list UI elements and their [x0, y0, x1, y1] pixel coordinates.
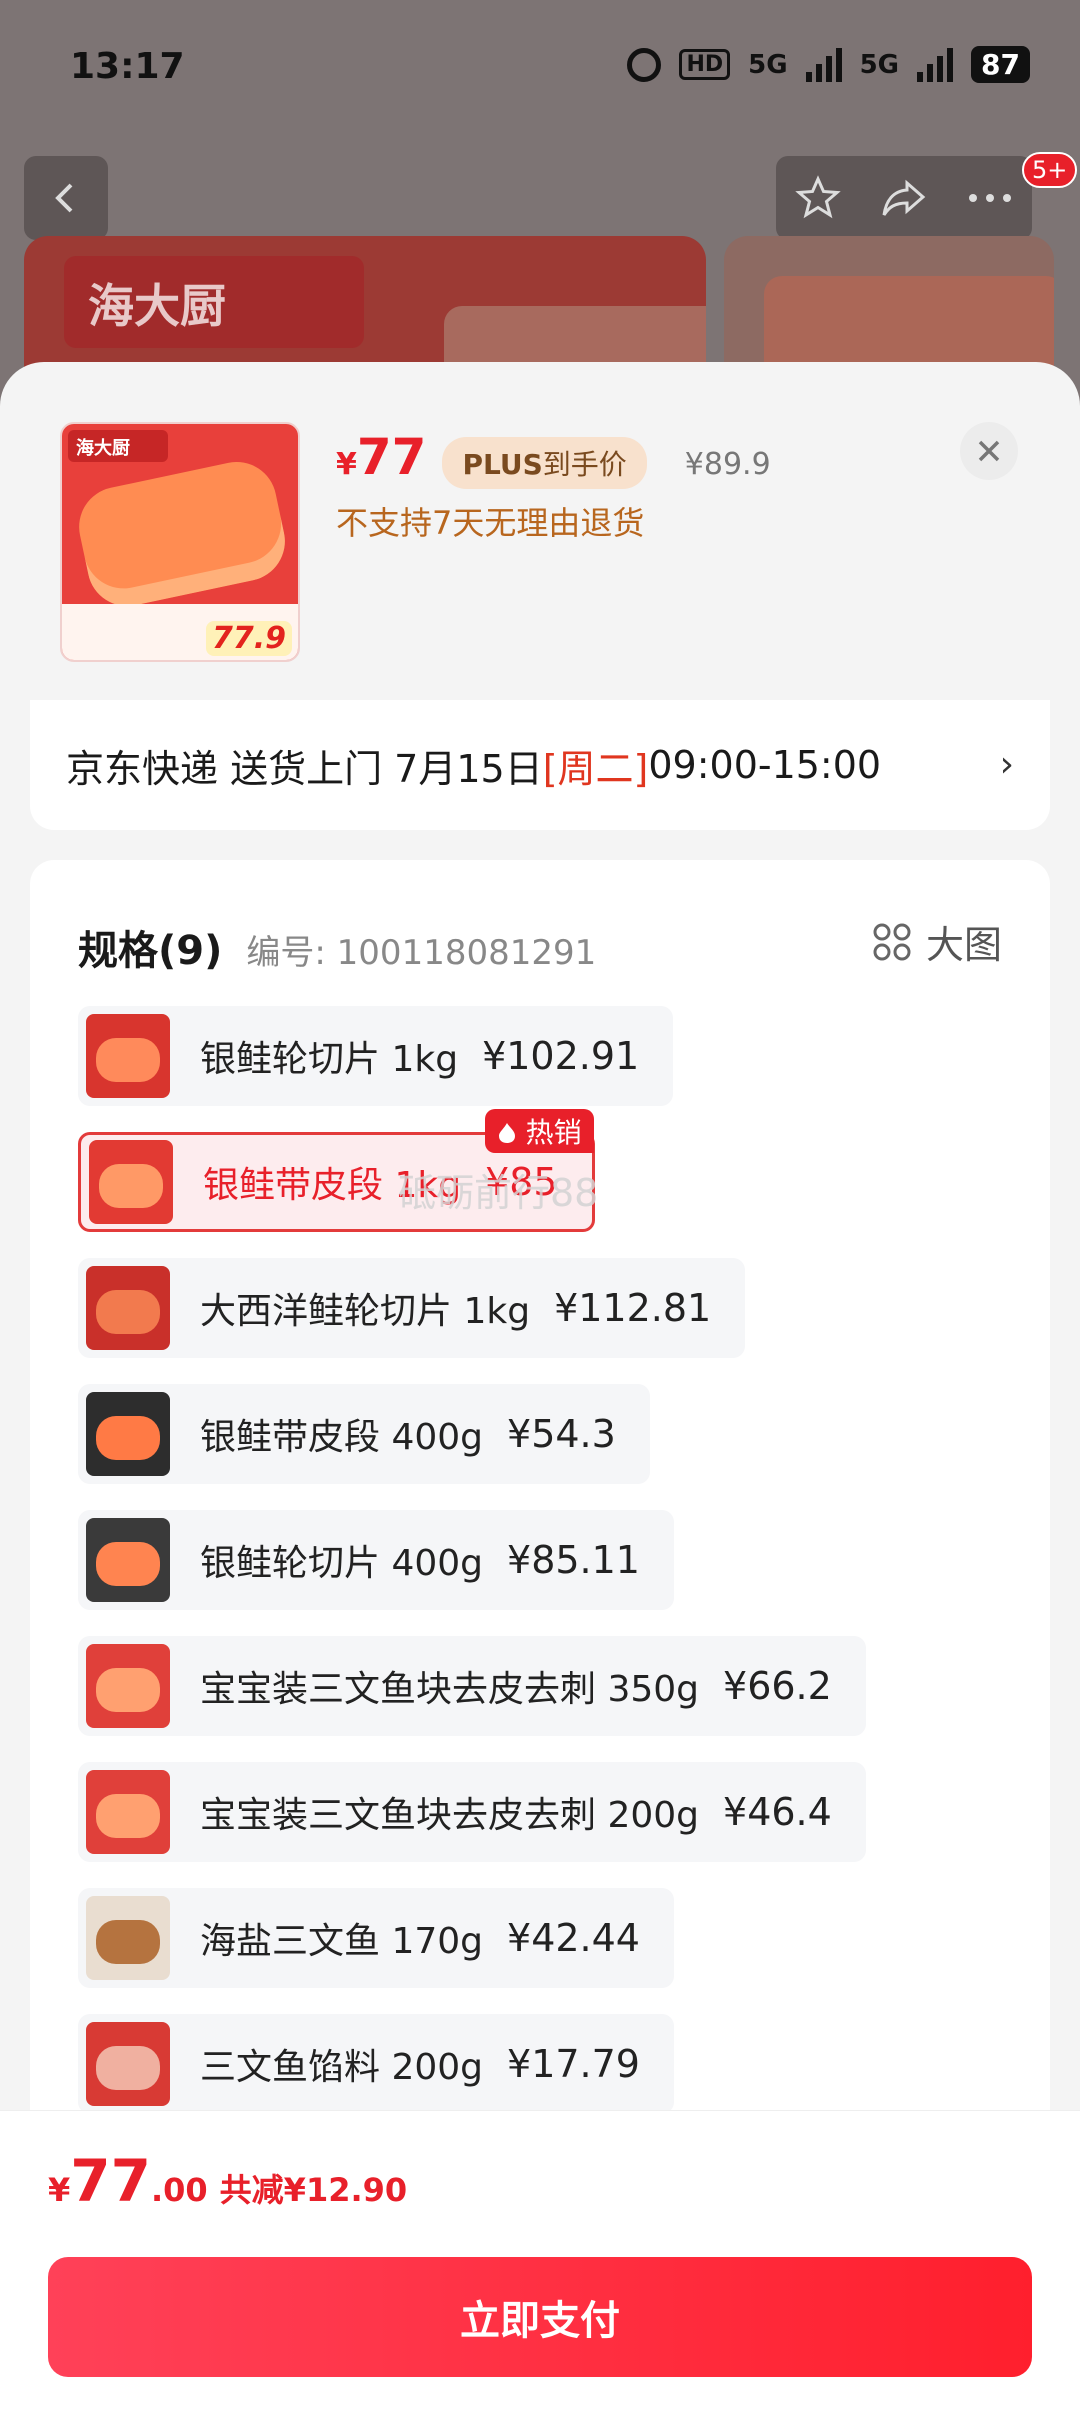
total-price: ¥ 77 .00 共减¥12.90	[48, 2147, 407, 2215]
spec-option[interactable]: 宝宝装三文鱼块去皮去刺 350g ¥66.2	[78, 1636, 866, 1736]
status-time: 13:17	[70, 46, 185, 87]
brand-logo-text: 海大厨	[88, 279, 226, 333]
plus-price-tag: PLUS到手价	[442, 437, 647, 489]
spec-option-thumbnail	[86, 1014, 170, 1098]
big-image-label: 大图	[925, 923, 1002, 967]
spec-option-thumbnail	[86, 2022, 170, 2106]
chevron-left-icon	[55, 183, 73, 213]
spec-option-price: ¥54.3	[507, 1412, 616, 1456]
delivery-time: 09:00-15:00	[648, 743, 882, 787]
signal-icon-2	[917, 47, 954, 82]
spec-option[interactable]: 宝宝装三文鱼块去皮去刺 200g ¥46.4	[78, 1762, 866, 1862]
alarm-icon	[627, 47, 662, 82]
delivery-day: [周二]	[542, 746, 649, 791]
thumbnail-price: 77.9	[205, 621, 292, 656]
spec-option-name: 银鲑带皮段 400g	[200, 1417, 484, 1458]
spec-option[interactable]: 银鲑带皮段 400g ¥54.3	[78, 1384, 650, 1484]
battery-icon: 87	[971, 46, 1030, 83]
spec-header: 规格(9) 编号: 100118081291	[78, 918, 596, 976]
price-row: ¥77 PLUS到手价 ¥89.9	[336, 428, 771, 489]
chevron-right-icon: ›	[999, 744, 1014, 785]
spec-option-price: ¥112.81	[554, 1286, 712, 1330]
spec-option-price: ¥66.2	[723, 1664, 832, 1708]
price-value: 77	[356, 428, 427, 486]
spec-option-price: ¥17.79	[507, 2042, 640, 2086]
spec-option[interactable]: 银鲑轮切片 400g ¥85.11	[78, 1510, 674, 1610]
spec-option[interactable]: 银鲑轮切片 1kg ¥102.91	[78, 1006, 674, 1106]
total-decimal: .00	[150, 2171, 208, 2209]
more-icon[interactable]	[967, 192, 1013, 204]
original-price: ¥89.9	[684, 447, 771, 482]
total-integer: 77	[70, 2147, 151, 2215]
background-page: 13:17 HD 5G 5G 87 5+ 海大厨	[0, 0, 1080, 420]
delivery-text: 京东快递 送货上门 7月15日	[66, 746, 543, 791]
spec-option-price: ¥46.4	[723, 1790, 832, 1834]
spec-option-thumbnail	[86, 1644, 170, 1728]
spec-option-name: 银鲑轮切片 1kg	[200, 1039, 459, 1080]
favorite-star-icon[interactable]	[795, 175, 841, 221]
spec-title: 规格(9)	[78, 928, 223, 974]
total-currency: ¥	[48, 2171, 71, 2209]
plus-tag-text: 到手价	[542, 448, 627, 481]
return-policy-note: 不支持7天无理由退货	[336, 504, 645, 542]
price-currency: ¥	[336, 447, 357, 482]
discount-text: 共减¥12.90	[219, 2171, 408, 2209]
nav-tools	[776, 156, 1032, 240]
salmon-thumbnail-shape	[71, 454, 293, 614]
status-icons: HD 5G 5G 87	[627, 46, 1030, 83]
network-label-2: 5G	[859, 49, 900, 80]
plus-tag-label: PLUS	[462, 448, 543, 481]
product-code: 编号: 100118081291	[246, 933, 597, 973]
grid-icon	[873, 923, 911, 960]
spec-option-name: 大西洋鲑轮切片 1kg	[200, 1291, 531, 1332]
pay-now-button[interactable]: 立即支付	[48, 2257, 1032, 2377]
big-image-toggle[interactable]: 大图	[872, 914, 1002, 969]
spec-option-name: 三文鱼馅料 200g	[200, 2047, 484, 2088]
status-bar: 13:17 HD 5G 5G 87	[0, 0, 1080, 140]
back-button[interactable]	[24, 156, 108, 240]
spec-option-name: 宝宝装三文鱼块去皮去刺 200g	[200, 1795, 700, 1836]
watermark-text: 砥砺前行88	[398, 1171, 599, 1215]
spec-option[interactable]: 三文鱼馅料 200g ¥17.79	[78, 2014, 674, 2114]
spec-option[interactable]: 海盐三文鱼 170g ¥42.44	[78, 1888, 674, 1988]
close-button[interactable]	[960, 422, 1018, 480]
spec-option-thumbnail	[86, 1266, 170, 1350]
notification-badge: 5+	[1022, 152, 1078, 188]
spec-option-thumbnail	[89, 1140, 173, 1224]
spec-selection-sheet: 海大厨 77.9 ¥77 PLUS到手价 ¥89.9 不支持7天无理由退货 京东…	[0, 362, 1080, 2412]
hot-sale-label: 热销	[525, 1116, 582, 1149]
spec-option-name: 银鲑轮切片 400g	[200, 1543, 484, 1584]
current-price: ¥77	[336, 428, 426, 486]
hd-icon: HD	[679, 49, 731, 80]
network-label: 5G	[748, 49, 788, 80]
hot-sale-badge: 热销	[484, 1109, 594, 1153]
share-icon[interactable]	[879, 175, 929, 221]
brand-logo: 海大厨	[64, 256, 364, 348]
flame-icon	[498, 1123, 515, 1143]
spec-option-price: ¥85.11	[507, 1538, 640, 1582]
checkout-footer: ¥ 77 .00 共减¥12.90 立即支付	[0, 2110, 1080, 2412]
close-icon	[978, 440, 1000, 462]
spec-option-thumbnail	[86, 1518, 170, 1602]
spec-option-thumbnail	[86, 1770, 170, 1854]
spec-option-name: 海盐三文鱼 170g	[200, 1921, 484, 1962]
spec-option-price: ¥42.44	[507, 1916, 640, 1960]
signal-icon	[805, 47, 842, 82]
delivery-row[interactable]: 京东快递 送货上门 7月15日 [周二] 09:00-15:00 ›	[30, 700, 1050, 830]
spec-option-thumbnail	[86, 1392, 170, 1476]
spec-option-name: 宝宝装三文鱼块去皮去刺 350g	[200, 1669, 700, 1710]
product-thumbnail[interactable]: 海大厨 77.9	[60, 422, 300, 662]
spec-option-price: ¥102.91	[482, 1034, 640, 1078]
spec-option-thumbnail	[86, 1896, 170, 1980]
thumbnail-brand: 海大厨	[68, 430, 168, 462]
spec-option[interactable]: 大西洋鲑轮切片 1kg ¥112.81	[78, 1258, 746, 1358]
